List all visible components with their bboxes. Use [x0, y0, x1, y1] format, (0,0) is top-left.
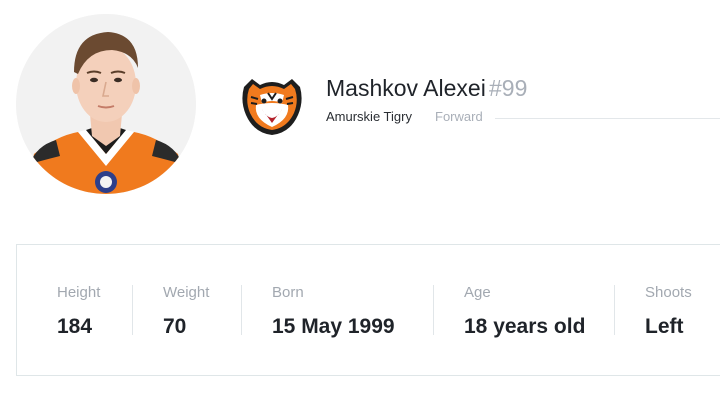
- stat-divider: [614, 285, 615, 335]
- stat-value: 70: [163, 315, 187, 338]
- stat-label: Weight: [163, 284, 210, 301]
- stat-value: 15 May 1999: [272, 315, 395, 338]
- player-position: Forward: [435, 109, 483, 124]
- stat-divider: [132, 285, 133, 335]
- stat-value: 18 years old: [464, 315, 586, 338]
- player-stats-card: Height 184 Weight 70 Born 15 May 1999 Ag…: [16, 244, 720, 376]
- team-link[interactable]: Amurskie Tigry: [326, 109, 412, 125]
- stat-label: Shoots: [645, 284, 692, 301]
- stat-label: Height: [57, 284, 101, 301]
- team-logo[interactable]: [238, 71, 306, 139]
- stat-value: 184: [57, 315, 93, 338]
- player-avatar: [16, 14, 196, 194]
- player-photo-icon: [16, 14, 196, 194]
- stat-divider: [433, 285, 434, 335]
- stat-label: Age: [464, 284, 491, 301]
- player-number: #99: [489, 75, 528, 101]
- stat-value: Left: [645, 315, 684, 338]
- header-divider: [495, 118, 720, 119]
- tiger-head-icon: [242, 79, 302, 135]
- stat-divider: [241, 285, 242, 335]
- stat-label: Born: [272, 284, 304, 301]
- player-name: Mashkov Alexei: [326, 75, 486, 101]
